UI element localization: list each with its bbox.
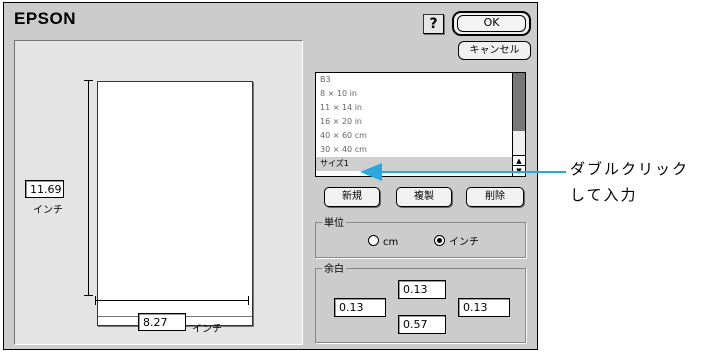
width-unit-label: インチ: [192, 324, 222, 335]
width-field[interactable]: 8.27: [138, 313, 186, 331]
page-setup-dialog: EPSON ? OK キャンセル 11.69 インチ 8.27 インチ B3 8…: [3, 2, 538, 350]
list-item[interactable]: 11 × 14 in: [316, 101, 525, 115]
height-unit-label: インチ: [33, 205, 63, 216]
help-button[interactable]: ?: [423, 14, 444, 34]
list-item[interactable]: 8 × 10 in: [316, 87, 525, 101]
height-field[interactable]: 11.69: [25, 180, 64, 198]
list-item[interactable]: B3: [316, 73, 525, 87]
duplicate-button[interactable]: 複製: [396, 187, 452, 207]
epson-logo: EPSON: [14, 9, 77, 28]
margin-group-title: 余白: [322, 260, 346, 275]
radio-off-icon: [368, 235, 379, 246]
radio-on-icon: [434, 235, 445, 246]
list-item-selected[interactable]: サイズ1: [316, 157, 525, 171]
list-item[interactable]: 40 × 60 cm: [316, 129, 525, 143]
unit-radio-inch-label: インチ: [449, 237, 479, 248]
scrollbar-thumb[interactable]: [513, 73, 525, 131]
list-scrollbar[interactable]: ▲ ▼: [512, 73, 525, 176]
paper-sheet: [97, 81, 253, 326]
list-item[interactable]: 30 × 40 cm: [316, 143, 525, 157]
unit-radio-inch[interactable]: インチ: [434, 235, 479, 249]
annotation-line-2: して入力: [570, 186, 638, 204]
margin-right-field[interactable]: 0.13: [458, 298, 510, 317]
annotation-arrow-head-icon: [360, 163, 382, 181]
annotation-line-1: ダブルクリック: [570, 160, 690, 178]
ok-button-label: OK: [457, 15, 526, 32]
margin-group: 余白 0.13 0.13 0.13 0.57: [315, 260, 526, 343]
unit-group-title: 単位: [322, 214, 346, 229]
unit-group: 単位 cm インチ: [315, 214, 526, 258]
paper-preview: 11.69 インチ 8.27 インチ: [14, 40, 303, 345]
unit-radio-cm-label: cm: [383, 237, 399, 248]
margin-bottom-field[interactable]: 0.57: [398, 315, 446, 334]
annotation-text: ダブルクリック して入力: [570, 156, 689, 208]
unit-radio-cm[interactable]: cm: [368, 235, 398, 249]
paper-size-list[interactable]: B3 8 × 10 in 11 × 14 in 16 × 20 in 40 × …: [315, 72, 526, 177]
margin-top-field[interactable]: 0.13: [398, 280, 446, 299]
width-dimension-line: [95, 296, 249, 305]
list-item[interactable]: 16 × 20 in: [316, 115, 525, 129]
delete-button[interactable]: 削除: [466, 187, 524, 207]
cancel-button[interactable]: キャンセル: [458, 41, 531, 60]
annotation-arrow-line: [380, 171, 566, 173]
ok-button[interactable]: OK: [452, 11, 531, 36]
margin-left-field[interactable]: 0.13: [334, 298, 386, 317]
height-dimension-line: [84, 80, 93, 296]
new-button[interactable]: 新規: [324, 187, 380, 207]
